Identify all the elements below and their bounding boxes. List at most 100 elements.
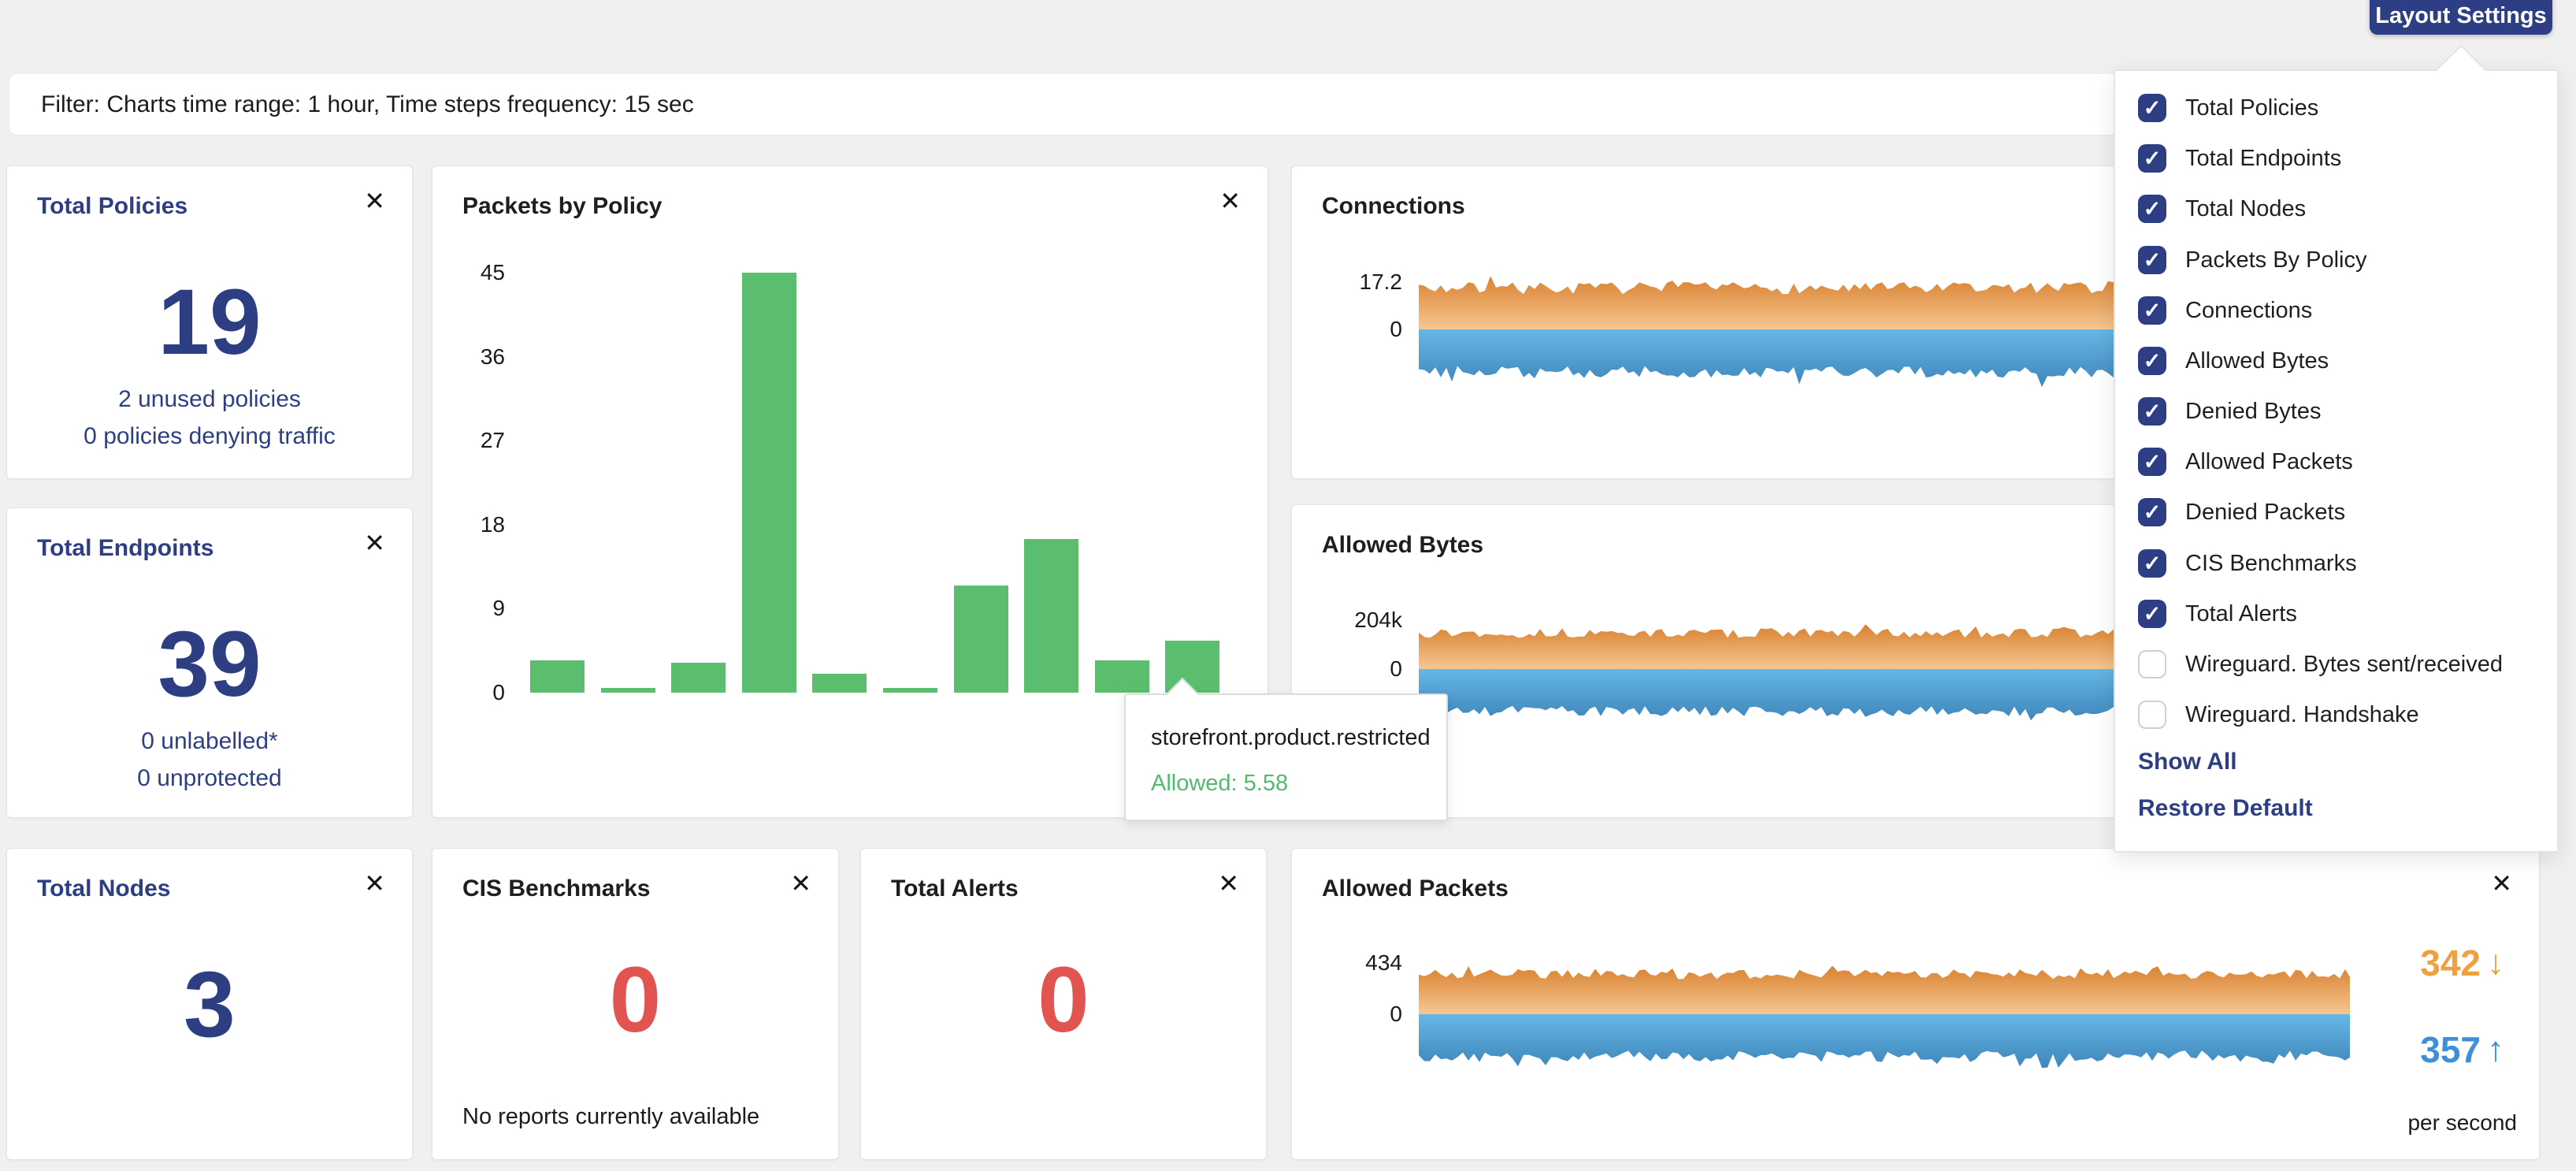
card-total-policies: Total Policies ✕ 19 2 unused policies 0 … bbox=[6, 165, 413, 479]
arrow-up-icon: ↑ bbox=[2487, 1030, 2504, 1069]
layout-settings-dropdown: ✓Total Policies✓Total Endpoints✓Total No… bbox=[2114, 69, 2559, 853]
y-tick-label: 0 bbox=[432, 678, 505, 707]
bar-allowed-3[interactable] bbox=[742, 273, 796, 693]
arrow-down-icon: ↓ bbox=[2487, 943, 2504, 983]
per-second-label: per second bbox=[2407, 1110, 2517, 1136]
checkbox-unchecked-icon[interactable] bbox=[2138, 701, 2166, 729]
close-icon[interactable]: ✕ bbox=[790, 869, 811, 898]
allowed-packets-area-chart[interactable] bbox=[1419, 951, 2350, 1097]
bar-allowed-8[interactable] bbox=[1095, 660, 1149, 693]
card-cis-benchmarks: CIS Benchmarks ✕ 0 No reports currently … bbox=[432, 848, 839, 1160]
card-title-allowed-packets: Allowed Packets bbox=[1322, 875, 1509, 902]
checkbox-checked-icon[interactable]: ✓ bbox=[2138, 347, 2166, 375]
restore-default-link[interactable]: Restore Default bbox=[2138, 791, 2453, 826]
checkbox-checked-icon[interactable]: ✓ bbox=[2138, 397, 2166, 426]
y-max-label: 434 bbox=[1292, 950, 1402, 976]
y-tick-label: 9 bbox=[432, 594, 505, 623]
card-title-total-policies: Total Policies bbox=[37, 193, 187, 220]
card-title-packets-by-policy: Packets by Policy bbox=[462, 193, 662, 220]
layout-settings-option-label: Total Alerts bbox=[2185, 589, 2297, 639]
card-title-allowed-bytes: Allowed Bytes bbox=[1322, 532, 1483, 559]
checkbox-checked-icon[interactable]: ✓ bbox=[2138, 94, 2166, 122]
checkbox-checked-icon[interactable]: ✓ bbox=[2138, 498, 2166, 526]
layout-settings-option-label: Packets By Policy bbox=[2185, 235, 2366, 285]
card-title-cis-benchmarks: CIS Benchmarks bbox=[462, 875, 650, 902]
checkbox-checked-icon[interactable]: ✓ bbox=[2138, 246, 2166, 274]
unprotected-text: 0 unprotected bbox=[7, 765, 412, 792]
close-icon[interactable]: ✕ bbox=[364, 187, 385, 215]
checkbox-checked-icon[interactable]: ✓ bbox=[2138, 296, 2166, 325]
card-title-connections: Connections bbox=[1322, 193, 1465, 220]
bar-allowed-0[interactable] bbox=[530, 660, 585, 693]
close-icon[interactable]: ✕ bbox=[1218, 869, 1239, 898]
layout-settings-option-packets-by-policy[interactable]: ✓ Packets By Policy bbox=[2115, 235, 2557, 285]
card-total-nodes: Total Nodes ✕ 3 bbox=[6, 848, 413, 1160]
card-allowed-packets: Allowed Packets ✕ 434 0 342 ↓ 357 ↑ per … bbox=[1291, 848, 2540, 1160]
card-total-endpoints: Total Endpoints ✕ 39 0 unlabelled* 0 unp… bbox=[6, 507, 413, 818]
layout-settings-option-label: Denied Packets bbox=[2185, 487, 2345, 537]
layout-settings-option-total-alerts[interactable]: ✓ Total Alerts bbox=[2115, 589, 2557, 639]
layout-settings-option-label: CIS Benchmarks bbox=[2185, 538, 2357, 589]
layout-settings-option-label: Total Nodes bbox=[2185, 184, 2306, 234]
layout-settings-option-wireguard-bytes-sent-received[interactable]: Wireguard. Bytes sent/received bbox=[2115, 639, 2557, 690]
layout-settings-option-label: Denied Bytes bbox=[2185, 386, 2322, 437]
layout-settings-option-denied-bytes[interactable]: ✓ Denied Bytes bbox=[2115, 386, 2557, 437]
y-zero-label: 0 bbox=[1292, 316, 1402, 343]
y-max-label: 17.2 bbox=[1292, 269, 1402, 296]
layout-settings-option-denied-packets[interactable]: ✓ Denied Packets bbox=[2115, 487, 2557, 537]
layout-settings-option-label: Wireguard. Bytes sent/received bbox=[2185, 639, 2503, 690]
layout-settings-option-label: Allowed Bytes bbox=[2185, 336, 2329, 386]
y-tick-label: 45 bbox=[432, 258, 505, 287]
unused-policies-text: 2 unused policies bbox=[7, 386, 412, 413]
layout-settings-option-total-endpoints[interactable]: ✓Total Endpoints bbox=[2115, 133, 2557, 184]
layout-settings-option-connections[interactable]: ✓ Connections bbox=[2115, 285, 2557, 336]
close-icon[interactable]: ✕ bbox=[364, 869, 385, 898]
layout-settings-option-allowed-bytes[interactable]: ✓ Allowed Bytes bbox=[2115, 336, 2557, 386]
checkbox-checked-icon[interactable]: ✓ bbox=[2138, 195, 2166, 223]
layout-settings-option-label: Wireguard. Handshake bbox=[2185, 690, 2419, 740]
total-endpoints-value: 39 bbox=[7, 609, 412, 719]
bar-allowed-2[interactable] bbox=[671, 663, 726, 693]
layout-settings-option-cis-benchmarks[interactable]: ✓ CIS Benchmarks bbox=[2115, 538, 2557, 589]
y-tick-label: 27 bbox=[432, 426, 505, 455]
show-all-link[interactable]: Show All bbox=[2138, 745, 2453, 779]
close-icon[interactable]: ✕ bbox=[2491, 869, 2512, 898]
y-tick-label: 18 bbox=[432, 511, 505, 539]
checkbox-unchecked-icon[interactable] bbox=[2138, 650, 2166, 678]
card-title-total-endpoints: Total Endpoints bbox=[37, 535, 213, 562]
cis-benchmarks-note: No reports currently available bbox=[462, 1104, 759, 1130]
checkbox-checked-icon[interactable]: ✓ bbox=[2138, 144, 2166, 173]
bar-allowed-6[interactable] bbox=[954, 586, 1008, 693]
layout-settings-option-total-policies[interactable]: ✓Total Policies bbox=[2115, 83, 2557, 133]
card-title-total-alerts: Total Alerts bbox=[891, 875, 1019, 902]
layout-settings-option-allowed-packets[interactable]: ✓ Allowed Packets bbox=[2115, 437, 2557, 487]
card-title-total-nodes: Total Nodes bbox=[37, 875, 170, 902]
tooltip-allowed-value: Allowed: 5.58 bbox=[1151, 771, 1288, 797]
packets-sent-stat: 357 ↑ bbox=[2420, 1028, 2504, 1071]
close-icon[interactable]: ✕ bbox=[1219, 187, 1241, 215]
bar-allowed-4[interactable] bbox=[812, 674, 867, 693]
layout-settings-option-total-nodes[interactable]: ✓ Total Nodes bbox=[2115, 184, 2557, 234]
cis-benchmarks-value: 0 bbox=[432, 945, 838, 1055]
layout-settings-option-wireguard-handshake[interactable]: Wireguard. Handshake bbox=[2115, 690, 2557, 740]
bar-allowed-7[interactable] bbox=[1024, 539, 1078, 693]
packets-received-value: 342 bbox=[2420, 942, 2481, 984]
checkbox-checked-icon[interactable]: ✓ bbox=[2138, 600, 2166, 628]
total-policies-value: 19 bbox=[7, 267, 412, 377]
close-icon[interactable]: ✕ bbox=[364, 529, 385, 557]
bar-allowed-1[interactable] bbox=[601, 688, 655, 693]
y-zero-label: 0 bbox=[1292, 656, 1402, 682]
card-total-alerts: Total Alerts ✕ 0 bbox=[860, 848, 1267, 1160]
unlabelled-text: 0 unlabelled* bbox=[7, 728, 412, 755]
tooltip-policy-name: storefront.product.restricted bbox=[1151, 725, 1431, 751]
y-zero-label: 0 bbox=[1292, 1001, 1402, 1028]
layout-settings-option-label: Allowed Packets bbox=[2185, 437, 2353, 487]
packets-by-policy-bar-chart[interactable] bbox=[521, 273, 1230, 693]
checkbox-checked-icon[interactable]: ✓ bbox=[2138, 448, 2166, 476]
checkbox-checked-icon[interactable]: ✓ bbox=[2138, 549, 2166, 578]
total-nodes-value: 3 bbox=[7, 950, 412, 1060]
layout-settings-option-label: Connections bbox=[2185, 285, 2312, 336]
bar-allowed-5[interactable] bbox=[883, 688, 937, 693]
total-alerts-value: 0 bbox=[861, 945, 1266, 1055]
layout-settings-button[interactable]: Layout Settings bbox=[2370, 0, 2552, 35]
